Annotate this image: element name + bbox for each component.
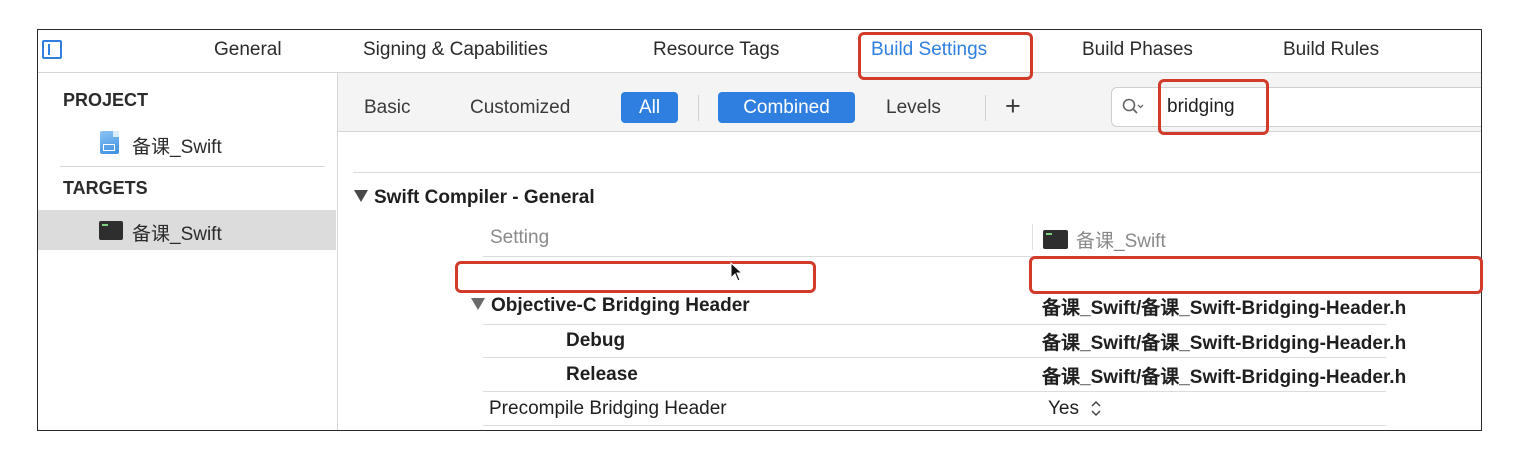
setting-release[interactable]: Release [566,364,638,386]
setting-value[interactable]: 备课_Swift/备课_Swift-Bridging-Header.h [1042,328,1406,355]
filter-all-button[interactable]: All [621,92,678,123]
build-settings-filter-bar: Basic Customized All Combined Levels + [338,73,1481,132]
setting-debug[interactable]: Debug [566,330,625,352]
editor-tab-bar: General Signing & Capabilities Resource … [38,30,1481,73]
filter-levels-button[interactable]: Levels [886,97,941,119]
app-target-icon [1043,230,1068,249]
setting-label: Objective-C Bridging Header [491,295,750,316]
header-divider [353,172,1481,173]
filter-customized-button[interactable]: Customized [470,97,570,119]
targets-section-header: TARGETS [63,178,148,198]
setting-value-popup[interactable]: Yes [1048,398,1079,420]
filter-basic-button[interactable]: Basic [364,97,410,119]
tab-build-phases[interactable]: Build Phases [1082,39,1193,61]
project-file-icon [100,131,119,154]
row-divider [483,256,1481,257]
updown-chevron-icon[interactable] [1090,400,1102,417]
column-target-label: 备课_Swift [1076,231,1166,252]
mouse-cursor-icon [730,262,744,282]
setting-bridging-header[interactable]: Objective-C Bridging Header [471,295,750,317]
row-divider [483,425,1386,426]
search-input[interactable] [1167,96,1467,118]
xcode-window: General Signing & Capabilities Resource … [37,29,1482,431]
sidebar-item-label: 备课_Swift [132,224,222,245]
toolbar-divider [698,95,699,121]
row-divider [483,391,1386,392]
setting-value[interactable]: 备课_Swift/备课_Swift-Bridging-Header.h [1042,293,1406,320]
toolbar-divider [985,95,986,121]
column-header-setting: Setting [490,227,550,248]
disclosure-triangle-icon[interactable] [471,298,485,310]
search-icon [1122,98,1144,114]
tab-build-rules[interactable]: Build Rules [1283,39,1379,61]
tab-signing-capabilities[interactable]: Signing & Capabilities [363,39,548,61]
row-divider [483,357,1386,358]
disclosure-triangle-icon[interactable] [354,190,368,202]
tab-build-settings[interactable]: Build Settings [871,39,987,61]
column-divider [1032,224,1033,250]
sidebar-toggle-icon[interactable] [42,40,62,59]
setting-precompile-bridging-header[interactable]: Precompile Bridging Header [489,398,727,420]
filter-combined-button[interactable]: Combined [718,92,855,123]
tab-general[interactable]: General [214,39,282,61]
sidebar-item-target[interactable]: 备课_Swift [38,210,336,250]
sidebar-item-project[interactable]: 备课_Swift [38,123,336,163]
add-setting-button[interactable]: + [1005,91,1021,121]
sidebar-item-label: 备课_Swift [132,137,222,158]
project-section-header: PROJECT [63,90,149,110]
app-target-icon [99,221,123,240]
project-navigator: PROJECT 备课_Swift TARGETS 备课_Swift [38,73,338,430]
column-header-target: 备课_Swift [1043,226,1166,253]
settings-group-title: Swift Compiler - General [374,187,595,208]
tab-resource-tags[interactable]: Resource Tags [653,39,779,61]
sidebar-divider [60,166,325,167]
setting-value[interactable]: 备课_Swift/备课_Swift-Bridging-Header.h [1042,362,1406,389]
search-field[interactable] [1111,87,1481,127]
build-settings-table: Swift Compiler - General Setting 备课_Swif… [338,132,1481,430]
settings-group-header[interactable]: Swift Compiler - General [354,187,595,209]
row-divider [483,324,1386,325]
